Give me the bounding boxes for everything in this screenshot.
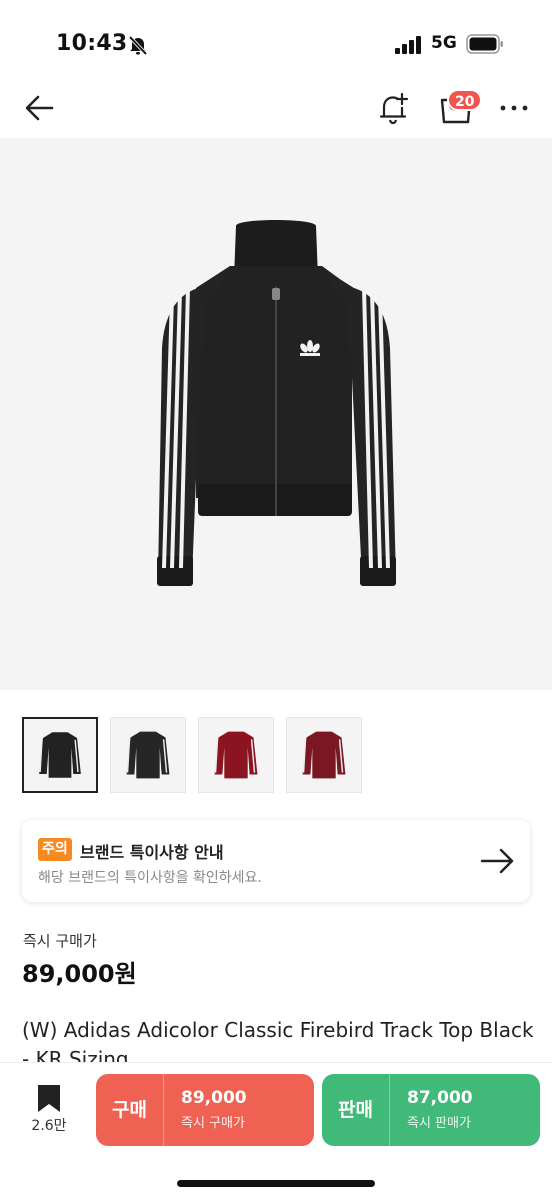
buy-button[interactable]: 구매 89,000 즉시 구매가 (96, 1074, 314, 1146)
notice-tag: 주의 (38, 838, 72, 861)
notice-description: 해당 브랜드의 특이사항을 확인하세요. (38, 870, 262, 886)
status-time: 10:43 (56, 31, 128, 56)
price-value: 89,000원 (22, 960, 137, 988)
more-icon[interactable] (496, 92, 532, 124)
sell-sublabel: 즉시 판매가 (407, 1116, 471, 1131)
status-bar: 10:43 5G (0, 0, 552, 78)
thumbnail-burgundy-front[interactable] (198, 717, 274, 793)
thumbnail-image (39, 732, 81, 778)
product-title: (W) Adidas Adicolor Classic Firebird Tra… (22, 1018, 534, 1064)
sell-label: 판매 (322, 1074, 390, 1146)
battery-icon (466, 34, 503, 54)
thumbnail-burgundy-back[interactable] (286, 717, 362, 793)
thumbnail-black-back[interactable] (110, 717, 186, 793)
back-arrow-icon[interactable] (20, 88, 60, 128)
bookmark-count: 2.6만 (31, 1118, 67, 1134)
buy-sublabel: 즉시 구매가 (181, 1116, 245, 1131)
thumbnail-black-front[interactable] (22, 717, 98, 793)
home-indicator[interactable] (177, 1180, 375, 1187)
brand-notice-card[interactable]: 주의 브랜드 특이사항 안내 해당 브랜드의 특이사항을 확인하세요. (22, 820, 530, 902)
price-label: 즉시 구매가 (23, 932, 97, 950)
notice-title: 브랜드 특이사항 안내 (80, 843, 224, 862)
thumbnail-image (214, 731, 258, 779)
alert-add-icon[interactable] (374, 88, 414, 128)
signal-icon (395, 36, 421, 54)
cart-badge: 20 (447, 89, 483, 111)
bookmark-icon (38, 1085, 60, 1112)
bookmark-button[interactable]: 2.6만 (22, 1085, 76, 1141)
arrow-right-icon (480, 848, 514, 874)
buy-label: 구매 (96, 1074, 164, 1146)
sell-price: 87,000 (407, 1088, 473, 1108)
thumbnail-image (302, 731, 346, 779)
jacket-illustration (157, 220, 396, 586)
product-title-wrap: (W) Adidas Adicolor Classic Firebird Tra… (22, 1016, 537, 1064)
product-hero-image[interactable] (0, 138, 552, 690)
thumbnail-image (126, 731, 170, 779)
sell-button[interactable]: 판매 87,000 즉시 판매가 (322, 1074, 540, 1146)
buy-price: 89,000 (181, 1088, 247, 1108)
bell-slash-icon (128, 35, 148, 56)
network-label: 5G (431, 33, 457, 53)
